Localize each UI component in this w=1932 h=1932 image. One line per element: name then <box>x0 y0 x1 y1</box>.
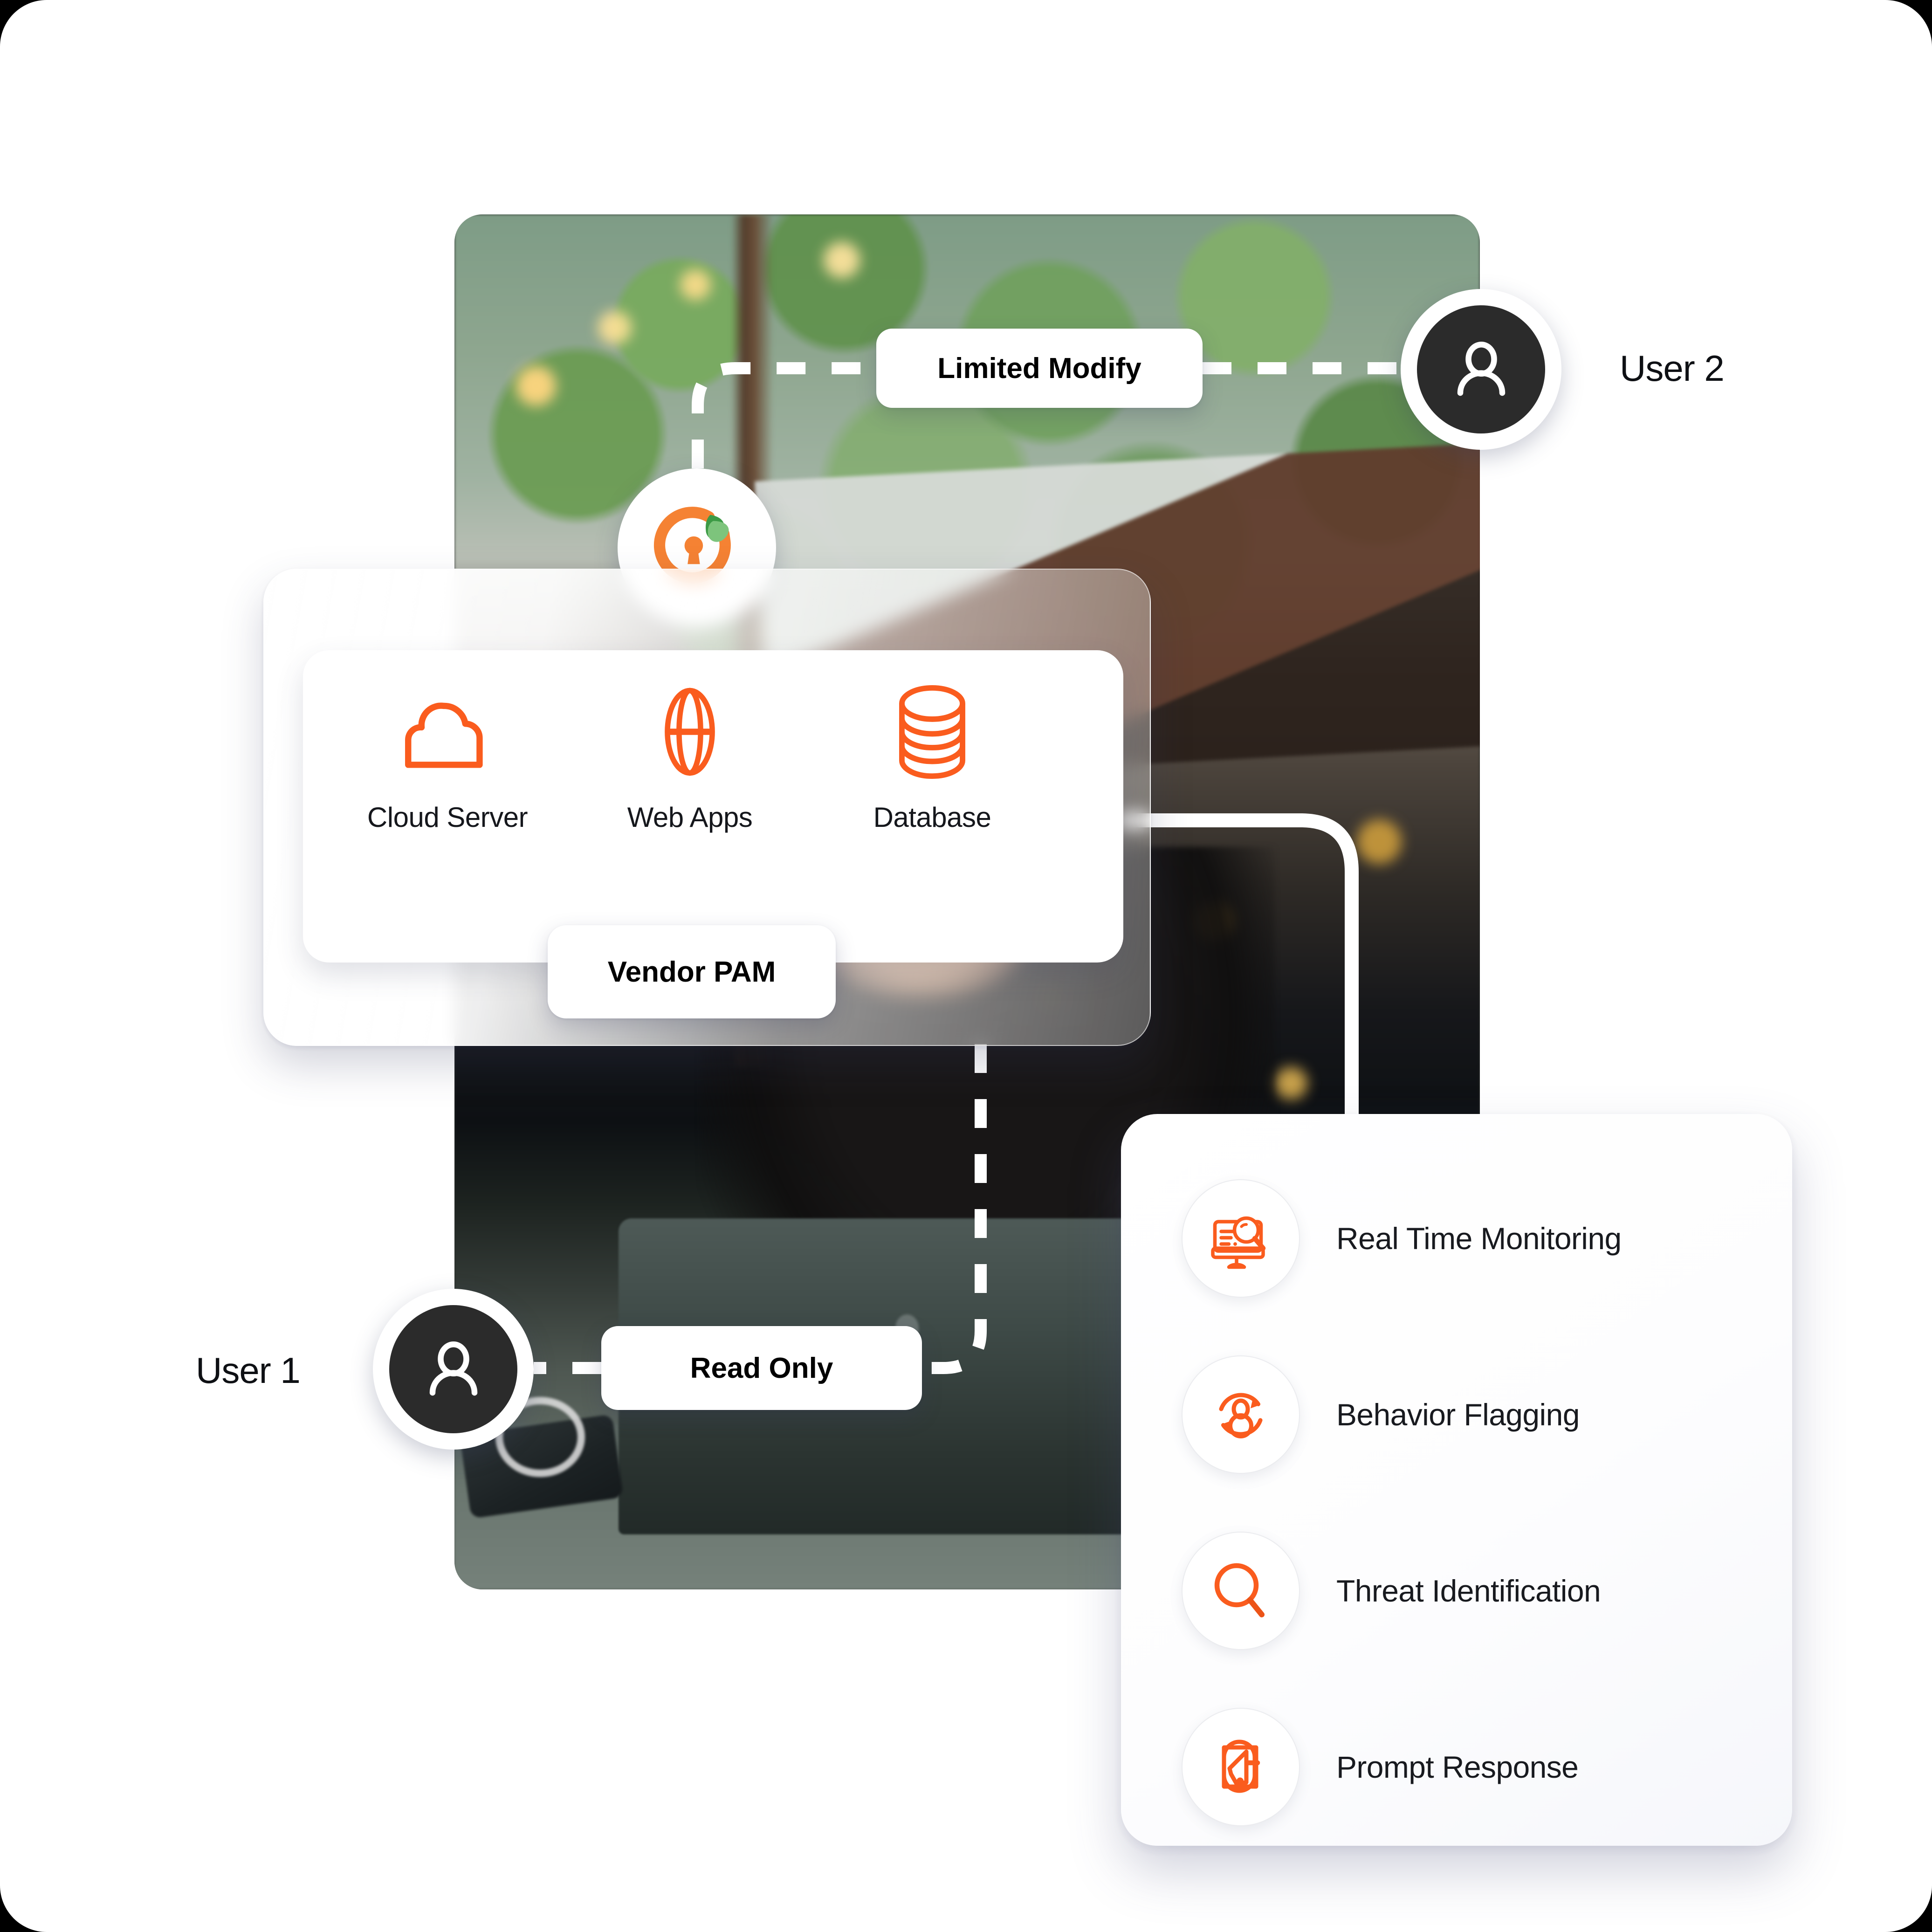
illustration-stage: User 2 Limited Modify Cloud Server Web A… <box>0 0 1932 1932</box>
user1-label: User 1 <box>196 1350 301 1391</box>
feature-label: Prompt Response <box>1336 1750 1579 1784</box>
user-avatar-icon <box>429 1341 477 1396</box>
services-row: Cloud Server Web Apps Database <box>354 678 1039 833</box>
service-web-apps[interactable]: Web Apps <box>597 678 783 833</box>
photo-bokeh-light <box>516 365 556 406</box>
cloud-icon <box>394 678 501 785</box>
user-avatar-icon <box>1457 341 1505 396</box>
feature-label: Threat Identification <box>1336 1574 1601 1608</box>
service-label: Web Apps <box>627 802 753 833</box>
globe-icon <box>648 678 732 785</box>
avatar-user1[interactable] <box>373 1289 534 1450</box>
chip-limited-modify[interactable]: Limited Modify <box>876 329 1203 408</box>
feature-row-behavior-flagging[interactable]: Behavior Flagging <box>1182 1355 1580 1474</box>
magnifier-icon <box>1182 1532 1300 1650</box>
chip-read-only[interactable]: Read Only <box>601 1326 922 1410</box>
photo-bokeh-light <box>1275 1067 1307 1100</box>
services-card: Cloud Server Web Apps Database <box>303 650 1123 963</box>
photo-bokeh-light <box>824 242 860 278</box>
service-cloud-server[interactable]: Cloud Server <box>354 678 541 833</box>
user-refresh-icon <box>1182 1355 1300 1474</box>
avatar-user2[interactable] <box>1401 289 1561 450</box>
feature-label: Real Time Monitoring <box>1336 1221 1622 1256</box>
avatar-circle <box>389 1305 517 1433</box>
monitor-search-icon <box>1182 1179 1300 1298</box>
photo-bokeh-light <box>1357 819 1402 864</box>
service-label: Database <box>873 802 991 833</box>
service-label: Cloud Server <box>367 802 528 833</box>
feature-label: Behavior Flagging <box>1336 1397 1580 1432</box>
database-icon <box>893 678 972 785</box>
feature-row-threat-identification[interactable]: Threat Identification <box>1182 1532 1601 1650</box>
photo-bokeh-light <box>598 310 632 344</box>
chip-vendor-pam[interactable]: Vendor PAM <box>548 925 836 1018</box>
user2-label: User 2 <box>1620 348 1725 389</box>
service-database[interactable]: Database <box>839 678 1025 833</box>
feature-row-real-time-monitoring[interactable]: Real Time Monitoring <box>1182 1179 1622 1298</box>
megaphone-icon <box>1182 1708 1300 1826</box>
photo-bokeh-light <box>680 269 711 300</box>
feature-row-prompt-response[interactable]: Prompt Response <box>1182 1708 1579 1826</box>
features-panel: Real Time Monitoring Behavior Flagging T… <box>1121 1114 1792 1846</box>
avatar-circle <box>1417 305 1545 433</box>
